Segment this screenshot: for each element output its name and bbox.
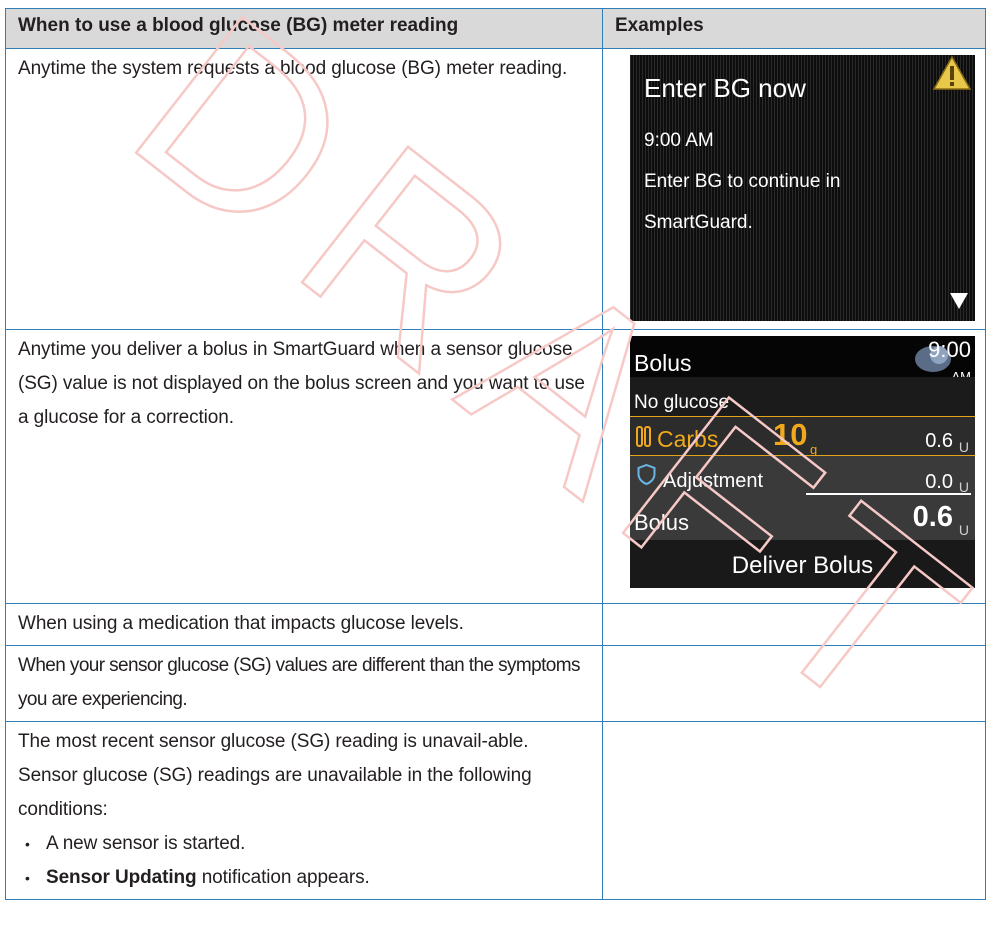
carbs-value: 10 bbox=[773, 417, 808, 452]
bullet-icon: • bbox=[25, 836, 30, 852]
list-item: • Sensor Updating notification appears. bbox=[18, 861, 590, 895]
bullet-icon: • bbox=[25, 870, 30, 886]
table-cell-when: Anytime you deliver a bolus in SmartGuar… bbox=[5, 329, 603, 604]
table-cell-example: Enter BG now 9:00 AM Enter BG to continu… bbox=[602, 48, 986, 330]
divider bbox=[806, 493, 971, 495]
glucose-status: No glucose bbox=[634, 392, 730, 413]
screen-time: 9:00 bbox=[928, 337, 971, 362]
bolus-value: 0.6 bbox=[912, 501, 953, 533]
carbs-label: Carbs bbox=[657, 426, 719, 452]
list-item-bold: Sensor Updating bbox=[46, 867, 197, 888]
glucose-row: No glucose bbox=[630, 377, 975, 416]
scroll-down-arrow-icon[interactable] bbox=[949, 292, 969, 310]
adjustment-label: Adjustment bbox=[663, 470, 764, 492]
screen-message-line-1: Enter BG to continue in bbox=[644, 171, 841, 192]
column-header-when: When to use a blood glucose (BG) meter r… bbox=[5, 8, 603, 49]
column-header-examples: Examples bbox=[602, 8, 986, 49]
screen-time: 9:00 AM bbox=[644, 130, 714, 151]
paragraph: The most recent sensor glucose (SG) read… bbox=[18, 731, 532, 820]
deliver-bolus-button[interactable]: Deliver Bolus bbox=[630, 540, 975, 588]
list-item-text: notification appears. bbox=[196, 867, 370, 888]
bolus-total-row: Bolus 0.6 U bbox=[630, 496, 975, 538]
screen-message-line-2: SmartGuard. bbox=[644, 212, 753, 233]
table-row: When your sensor glucose (SG) values are… bbox=[5, 645, 986, 722]
carbs-insulin-value: 0.6 bbox=[925, 430, 953, 452]
warning-icon bbox=[932, 55, 972, 90]
table-cell-example bbox=[602, 721, 986, 900]
screen-header: Bolus 9:00 AM bbox=[630, 336, 975, 384]
carbs-icon bbox=[636, 426, 651, 447]
table-cell-example: Bolus 9:00 AM No glucose bbox=[602, 329, 986, 604]
table-cell-when: The most recent sensor glucose (SG) read… bbox=[5, 721, 603, 900]
table-cell-when: Anytime the system requests a blood gluc… bbox=[5, 48, 603, 330]
table-cell-when: When using a medication that impacts glu… bbox=[5, 603, 603, 646]
pump-screen-enter-bg: Enter BG now 9:00 AM Enter BG to continu… bbox=[630, 55, 975, 321]
bullet-list: • A new sensor is started. • Sensor Upda… bbox=[18, 827, 590, 895]
list-item-text: A new sensor is started. bbox=[46, 833, 246, 854]
pump-screen-bolus: Bolus 9:00 AM No glucose bbox=[630, 336, 975, 588]
table-header-row: When to use a blood glucose (BG) meter r… bbox=[5, 8, 986, 49]
table-cell-example bbox=[602, 603, 986, 646]
table-row: Anytime you deliver a bolus in SmartGuar… bbox=[5, 329, 986, 604]
table-row: When using a medication that impacts glu… bbox=[5, 603, 986, 646]
table-row: Anytime the system requests a blood gluc… bbox=[5, 48, 986, 330]
table-cell-when: When your sensor glucose (SG) values are… bbox=[5, 645, 603, 722]
table-cell-example bbox=[602, 645, 986, 722]
carbs-row[interactable]: Carbs 10 g 0.6 U bbox=[630, 416, 975, 457]
table-row: The most recent sensor glucose (SG) read… bbox=[5, 721, 986, 900]
shield-icon bbox=[637, 464, 656, 485]
adjustment-row[interactable]: Adjustment 0.0 U bbox=[630, 456, 975, 496]
bg-meter-table: When to use a blood glucose (BG) meter r… bbox=[5, 8, 986, 900]
bolus-label: Bolus bbox=[634, 510, 690, 535]
screen-title: Enter BG now bbox=[644, 73, 806, 103]
screen-title: Bolus bbox=[634, 350, 692, 376]
deliver-bolus-label: Deliver Bolus bbox=[731, 552, 874, 579]
list-item: • A new sensor is started. bbox=[18, 827, 590, 861]
